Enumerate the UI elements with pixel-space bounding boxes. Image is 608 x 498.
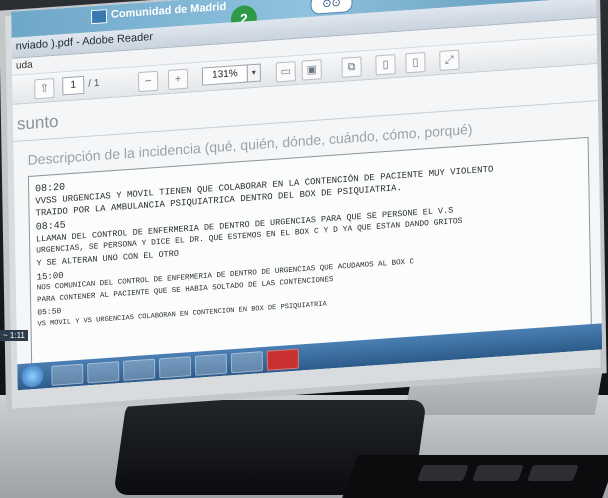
taskbar-item[interactable] [230,351,264,374]
page-total: / 1 [88,77,100,90]
taskbar-item-reader[interactable] [266,348,299,371]
monitor: Comunidad de Madrid 2 ⊙⊙ nviado ).pdf - … [5,0,603,409]
taskbar-item[interactable] [194,353,228,376]
page-number-input[interactable]: 1 [62,75,85,96]
taskbar-item[interactable] [51,363,84,386]
copy-icon[interactable]: ⧉ [341,56,362,78]
start-button[interactable] [21,364,44,388]
menu-help[interactable]: uda [16,59,33,71]
description-line: 08:20 [35,182,66,196]
zoom-out-button[interactable]: − [137,70,159,93]
taskbar-item[interactable] [158,356,192,379]
keyboard-key [472,465,524,481]
desktop-clock-icon[interactable]: ⊙⊙ [310,0,353,15]
description-line: 08:45 [35,220,66,234]
desktop-banner-text: Comunidad de Madrid [110,0,227,21]
taskbar-item[interactable] [87,361,120,384]
zoom-dropdown-icon[interactable]: ▾ [246,63,261,83]
comment-icon[interactable]: ▯ [375,54,396,76]
taskbar-item[interactable] [123,358,156,381]
zoom-input[interactable]: 131% [201,64,249,86]
madrid-logo-icon [90,9,108,25]
zoom-in-button[interactable]: + [167,68,189,91]
prev-page-button[interactable]: ⇧ [34,77,55,100]
keyboard-key [527,465,579,481]
fit-page-icon[interactable]: ▭ [275,61,296,83]
tray-text: ~ 1:11 [0,330,28,341]
description-line: 05:50 [37,307,62,318]
asunto-label: sunto [16,111,59,134]
fit-width-icon[interactable]: ▣ [301,59,322,81]
sign-icon[interactable]: ▯ [405,52,426,74]
description-line: 15:00 [36,270,64,283]
description-line: VS MOVIL Y VS URGENCIAS COLABORAN EN CON… [37,300,327,329]
screen: Comunidad de Madrid 2 ⊙⊙ nviado ).pdf - … [11,0,603,391]
keyboard-key [417,465,469,481]
expand-icon[interactable]: ⤢ [439,49,460,72]
